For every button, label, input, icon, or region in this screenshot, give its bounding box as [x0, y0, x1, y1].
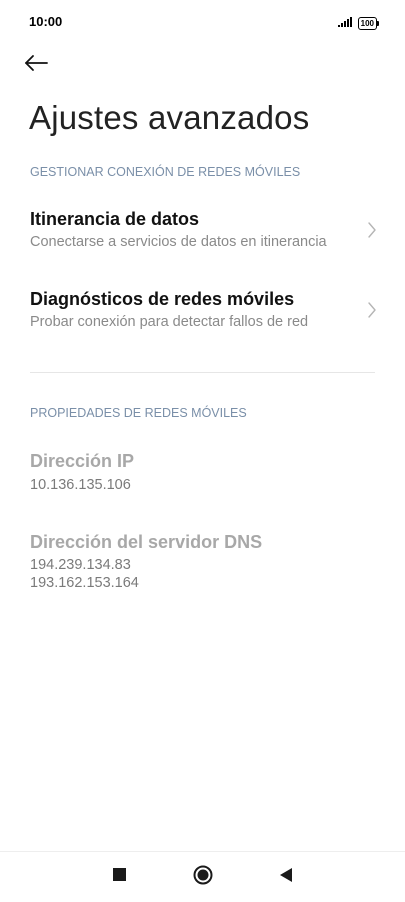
back-nav-button[interactable]	[271, 862, 301, 892]
battery-cap	[377, 20, 379, 26]
data-roaming-item[interactable]: Itinerancia de datos Conectarse a servic…	[0, 200, 405, 270]
network-diagnostics-subtitle: Probar conexión para detectar fallos de …	[30, 314, 309, 330]
battery-level: 100	[357, 16, 377, 30]
network-diagnostics-item[interactable]: Diagnósticos de redes móviles Probar con…	[0, 280, 405, 350]
section-divider	[30, 372, 375, 373]
page-title: Ajustes avanzados	[29, 99, 310, 136]
network-diagnostics-title: Diagnósticos de redes móviles	[30, 289, 295, 309]
section-header-properties: PROPIEDADES DE REDES MÓVILES	[30, 406, 247, 420]
back-button[interactable]	[24, 48, 64, 82]
chevron-right-icon	[367, 301, 377, 319]
dns-server-value-2: 193.162.153.164	[30, 575, 139, 591]
signal-icon	[337, 14, 352, 32]
back-triangle-icon	[279, 867, 293, 887]
navigation-bar	[0, 851, 405, 902]
section-header-manage: GESTIONAR CONEXIÓN DE REDES MÓVILES	[30, 165, 301, 179]
data-roaming-subtitle: Conectarse a servicios de datos en itine…	[30, 234, 327, 250]
home-button[interactable]	[188, 862, 218, 892]
status-icons: 100	[337, 14, 379, 32]
status-bar: 10:00 100	[0, 0, 405, 44]
data-roaming-title: Itinerancia de datos	[30, 209, 200, 229]
dns-server-value-1: 194.239.134.83	[30, 557, 131, 573]
battery-icon: 100	[357, 16, 379, 30]
recents-button[interactable]	[104, 862, 134, 892]
recents-square-icon	[112, 868, 126, 886]
chevron-right-icon	[367, 221, 377, 239]
home-circle-icon	[193, 865, 213, 890]
dns-server-title: Dirección del servidor DNS	[30, 532, 263, 552]
arrow-left-icon	[24, 54, 48, 77]
ip-address-title: Dirección IP	[30, 451, 135, 471]
status-time: 10:00	[29, 14, 63, 29]
ip-address-value: 10.136.135.106	[30, 477, 131, 493]
